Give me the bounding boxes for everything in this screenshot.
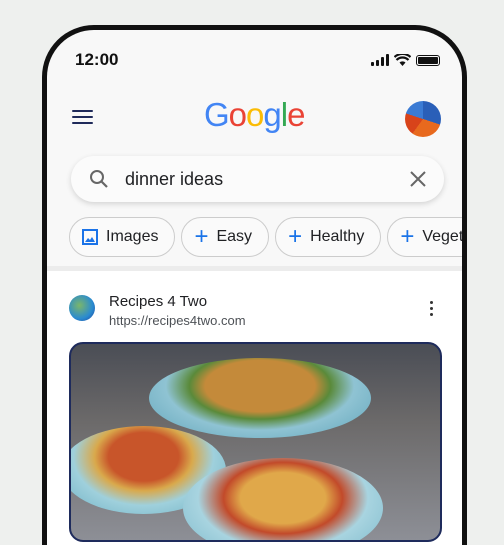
menu-icon[interactable]	[72, 110, 93, 128]
signal-icon	[371, 54, 389, 66]
plus-icon: +	[288, 223, 303, 250]
clear-icon[interactable]	[410, 171, 426, 187]
site-url[interactable]: https://recipes4two.com	[109, 313, 246, 328]
more-options-icon[interactable]	[430, 301, 434, 319]
search-bar[interactable]: dinner ideas	[71, 156, 444, 202]
status-bar: 12:00	[75, 48, 440, 72]
plus-icon: +	[400, 223, 415, 250]
search-icon	[90, 170, 108, 188]
plus-icon: +	[194, 223, 209, 250]
result-card[interactable]: Recipes 4 Two https://recipes4two.com	[47, 271, 462, 545]
search-input[interactable]: dinner ideas	[125, 169, 410, 190]
chip-vegetarian[interactable]: + Veget	[387, 217, 462, 257]
avatar[interactable]	[405, 101, 441, 137]
battery-icon	[416, 54, 440, 66]
chip-images[interactable]: Images	[69, 217, 176, 257]
google-logo[interactable]: Google	[204, 96, 305, 134]
chip-healthy[interactable]: + Healthy	[275, 217, 382, 257]
site-name[interactable]: Recipes 4 Two	[109, 293, 207, 310]
clock: 12:00	[75, 50, 119, 69]
filter-chips: Images + Easy + Healthy + Veget	[69, 217, 462, 257]
result-image[interactable]	[69, 342, 442, 542]
phone-frame: 12:00 Google dinner ideas Images + Easy +…	[42, 25, 467, 545]
image-icon	[82, 229, 98, 245]
site-favicon	[69, 295, 95, 321]
wifi-icon	[394, 54, 411, 66]
chip-easy[interactable]: + Easy	[181, 217, 270, 257]
